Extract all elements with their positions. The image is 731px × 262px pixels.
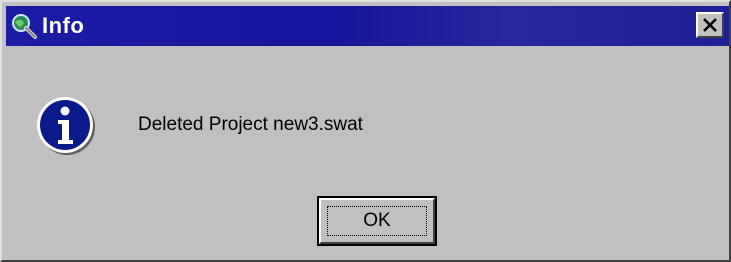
ok-button-label: OK <box>363 210 391 231</box>
info-dialog: Info Deleted Project new3.swat OK <box>0 0 731 262</box>
magnifier-globe-icon <box>10 12 38 40</box>
ok-button[interactable]: OK <box>317 196 437 246</box>
dialog-message: Deleted Project new3.swat <box>138 114 363 135</box>
title-bar[interactable]: Info <box>6 6 729 46</box>
close-button[interactable] <box>696 12 724 38</box>
info-icon <box>37 97 95 155</box>
close-icon <box>703 18 717 32</box>
dialog-body: Deleted Project new3.swat OK <box>6 46 729 260</box>
window-title: Info <box>42 13 85 38</box>
